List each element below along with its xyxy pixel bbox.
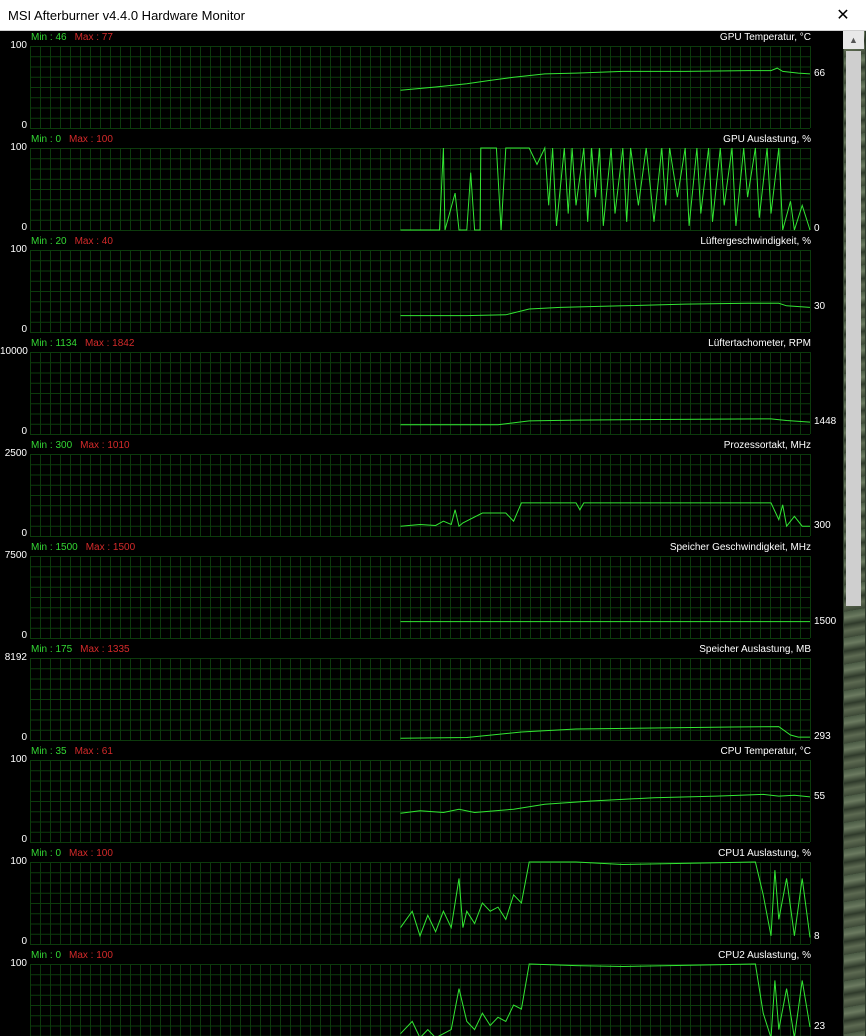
graph-plot (30, 861, 811, 945)
graph-row: 2500 0 Min : 300 Max : 1010 Prozessortakt, M… (0, 439, 843, 541)
graph-plot (30, 760, 811, 843)
graph-row: 7500 0 Min : 1500 Max : 1500 Speicher Geschw… (0, 541, 843, 643)
series-line (400, 302, 811, 317)
graph-grid (30, 760, 811, 843)
axis-max-label: 100 (10, 856, 27, 867)
current-value: 55 (814, 790, 826, 802)
axis-max-label: 2500 (4, 448, 27, 459)
graph-row: 100 Min : 0 Max : 100 CPU2 Auslastung, % 23 (0, 949, 843, 1036)
axis-min-label: 0 (21, 426, 27, 437)
title-bar: MSI Afterburner v4.4.0 Hardware Monitor … (0, 0, 866, 31)
axis-max-label: 10000 (0, 346, 28, 357)
axis-min-label: 0 (21, 936, 27, 947)
axis-min-label: 0 (21, 630, 27, 641)
graph-plot (30, 352, 811, 435)
current-value: 23 (814, 1021, 826, 1033)
axis-min-label: 0 (21, 834, 27, 845)
graph-row: 8192 0 Min : 175 Max : 1335 Speicher Auslast… (0, 643, 843, 745)
vertical-scrollbar[interactable]: ▲ (843, 31, 866, 1036)
graph-plot (30, 658, 811, 741)
graph-grid (30, 862, 811, 945)
scrollbar-thumb[interactable] (846, 51, 861, 606)
graph-plot (30, 146, 811, 231)
current-value: 293 (814, 731, 831, 743)
graph-row: 100 0 Min : 0 Max : 100 CPU1 Auslastung, % 8 (0, 847, 843, 949)
series-line (400, 726, 810, 739)
graph-plot (30, 963, 811, 1036)
series-line (400, 67, 811, 91)
graph-row: 100 0 Min : 46 Max : 77 GPU Temperatur, °C 66 (0, 31, 843, 133)
axis-max-label: 100 (10, 244, 27, 255)
axis-min-label: 0 (21, 120, 27, 131)
axis-max-label: 100 (10, 40, 27, 51)
close-icon[interactable]: ✕ (820, 0, 866, 31)
hardware-monitor-panel: 100 0 Min : 46 Max : 77 GPU Temperatur, °C 66… (0, 31, 843, 1036)
axis-min-label: 0 (21, 324, 27, 335)
axis-max-label: 100 (10, 958, 27, 969)
graph-plot (30, 454, 811, 537)
graph-grid (30, 250, 811, 333)
graph-plot (30, 556, 811, 639)
current-value: 8 (814, 931, 820, 943)
graph-grid (30, 964, 811, 1036)
series-line (400, 793, 811, 814)
axis-min-label: 0 (21, 222, 27, 233)
window-title: MSI Afterburner v4.4.0 Hardware Monitor (8, 8, 245, 23)
current-value: 0 (814, 223, 820, 234)
current-value: 300 (814, 520, 831, 532)
current-value: 1500 (814, 615, 837, 627)
graph-grid (30, 658, 811, 741)
current-value: 30 (814, 301, 826, 313)
graph-plot (30, 250, 811, 333)
scroll-up-arrow-icon[interactable]: ▲ (843, 31, 864, 49)
graph-plot (30, 46, 811, 129)
series-line (400, 502, 810, 528)
graph-grid (30, 556, 811, 639)
current-value: 1448 (814, 416, 837, 428)
graph-row: 100 0 Min : 0 Max : 100 GPU Auslastung, % 0 (0, 133, 843, 235)
graph-grid (30, 46, 811, 129)
axis-min-label: 0 (21, 528, 27, 539)
axis-max-label: 100 (10, 754, 27, 765)
axis-max-label: 7500 (4, 550, 27, 561)
axis-max-label: 8192 (4, 652, 27, 663)
graph-row: 100 0 Min : 20 Max : 40 Lüftergeschwindigkei… (0, 235, 843, 337)
axis-min-label: 0 (21, 732, 27, 743)
current-value: 66 (814, 67, 826, 79)
graph-row: 10000 0 Min : 1134 Max : 1842 Lüftertachomet… (0, 337, 843, 439)
graph-row: 100 0 Min : 35 Max : 61 CPU Temperatur, °C 55 (0, 745, 843, 847)
axis-max-label: 100 (10, 142, 27, 153)
graph-grid (30, 352, 811, 435)
series-line (400, 861, 811, 938)
graph-grid (30, 148, 811, 231)
